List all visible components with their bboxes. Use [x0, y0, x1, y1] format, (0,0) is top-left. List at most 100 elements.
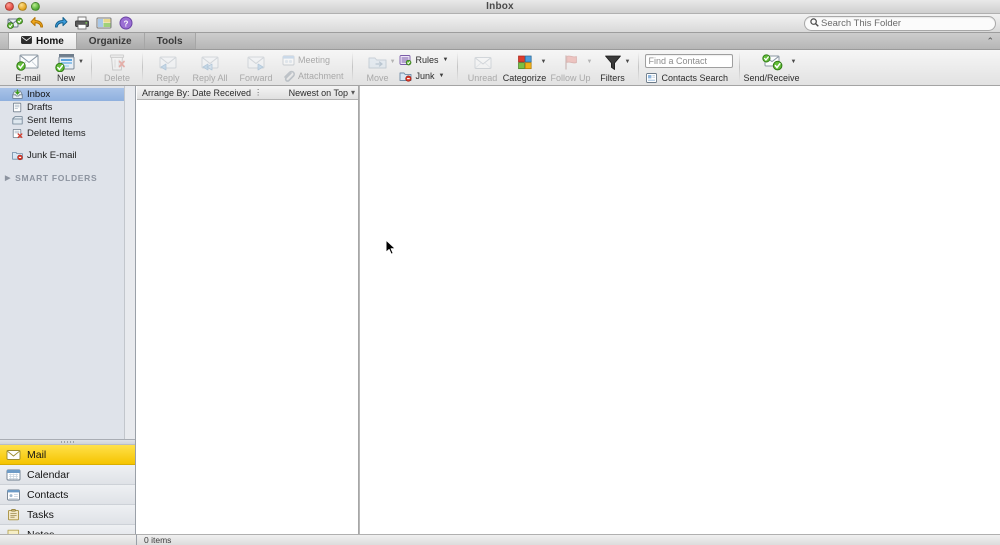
sidebar-folder-deleted-items[interactable]: Deleted Items	[0, 127, 135, 140]
new-email-icon	[16, 52, 40, 72]
attachment-button[interactable]: Attachment	[279, 69, 346, 83]
module-contacts-label: Contacts	[27, 488, 69, 501]
unread-label: Unread	[467, 73, 498, 83]
sidebar: Inbox Drafts Sent Items Deleted Items Ju…	[0, 86, 136, 545]
categorize-label: Categorize	[502, 73, 547, 83]
reply-all-label: Reply All	[192, 73, 228, 83]
arrange-by-control[interactable]: Arrange By: Date Received ⋮	[142, 88, 262, 98]
reply-button[interactable]: Reply	[149, 50, 187, 84]
forward-button[interactable]: Forward	[233, 50, 279, 84]
delete-button[interactable]: Delete	[98, 50, 136, 84]
sidebar-toggle-icon[interactable]	[95, 16, 112, 31]
ribbon-separator	[91, 52, 92, 82]
tab-home[interactable]: Home	[8, 33, 77, 49]
attachment-label: Attachment	[298, 71, 344, 81]
sidebar-folder-drafts[interactable]: Drafts	[0, 101, 135, 114]
sort-order-control[interactable]: Newest on Top ▾	[288, 87, 355, 98]
ribbon-collapse-chevron-icon[interactable]: ⌃	[986, 36, 994, 47]
message-list-empty-area[interactable]	[137, 100, 358, 534]
new-item-icon	[54, 52, 78, 72]
svg-text:?: ?	[123, 19, 128, 28]
find-contact-input[interactable]: Find a Contact	[644, 54, 733, 68]
folder-list-spacer	[0, 162, 135, 171]
move-folder-icon	[367, 52, 389, 72]
rules-button[interactable]: Rules ▼	[397, 53, 451, 67]
sidebar-folder-sent-items[interactable]: Sent Items	[0, 114, 135, 127]
sort-order-label: Newest on Top	[288, 87, 348, 98]
follow-up-dropdown-caret-icon[interactable]: ▼	[587, 59, 593, 65]
ribbon-group-find: Find a Contact Contacts Search	[642, 50, 736, 86]
respond-secondary-stack: Meeting Attachment	[279, 50, 346, 84]
smart-folders-header[interactable]: ▶ SMART FOLDERS	[0, 171, 135, 185]
reading-pane[interactable]	[360, 86, 1000, 534]
tab-organize-label: Organize	[88, 35, 132, 47]
arrange-by-grip-icon[interactable]: ⋮	[254, 88, 262, 97]
move-secondary-stack: Rules ▼ Junk ▼	[397, 50, 451, 84]
send-receive-icon[interactable]	[7, 16, 24, 31]
status-bar-item-count: 0 items	[144, 535, 172, 545]
unread-button[interactable]: Unread	[464, 50, 502, 84]
new-email-button[interactable]: E-mail	[9, 50, 47, 84]
categorize-dropdown-caret-icon[interactable]: ▼	[541, 59, 547, 65]
new-item-dropdown-caret-icon[interactable]: ▼	[78, 59, 84, 65]
tab-tools-label: Tools	[156, 35, 183, 47]
junk-dropdown-caret-icon[interactable]: ▼	[439, 73, 445, 79]
attachment-icon	[281, 69, 295, 83]
search-icon	[810, 17, 819, 30]
module-mail[interactable]: Mail	[0, 445, 135, 465]
find-contact-placeholder: Find a Contact	[648, 56, 708, 66]
sidebar-scrollbar[interactable]	[124, 86, 135, 439]
forward-icon	[245, 52, 267, 72]
unread-envelope-icon	[472, 52, 494, 72]
move-button[interactable]: Move ▼	[359, 50, 397, 84]
sidebar-folder-inbox-label: Inbox	[27, 89, 51, 100]
move-dropdown-caret-icon[interactable]: ▼	[390, 59, 396, 65]
new-item-button[interactable]: New ▼	[47, 50, 85, 84]
ribbon-tab-bar: Home Organize Tools ⌃	[0, 33, 1000, 50]
sidebar-folder-inbox[interactable]: Inbox	[0, 88, 135, 101]
reply-label: Reply	[156, 73, 180, 83]
sidebar-folder-sent-items-label: Sent Items	[27, 115, 73, 126]
ribbon-separator	[142, 52, 143, 82]
module-calendar[interactable]: Calendar	[0, 465, 135, 485]
rules-label: Rules	[415, 55, 439, 65]
tab-organize[interactable]: Organize	[76, 33, 145, 49]
module-tasks[interactable]: Tasks	[0, 505, 135, 525]
funnel-icon	[603, 52, 623, 72]
chevron-right-icon[interactable]: ▶	[5, 174, 11, 182]
tab-tools[interactable]: Tools	[144, 33, 196, 49]
module-switcher-resize-grip[interactable]	[0, 440, 135, 445]
junk-button[interactable]: Junk ▼	[397, 69, 451, 83]
search-folder-field[interactable]: Search This Folder	[804, 16, 996, 31]
sidebar-folder-drafts-label: Drafts	[27, 102, 53, 113]
new-email-label: E-mail	[15, 73, 41, 83]
contacts-search-button[interactable]: Contacts Search	[645, 71, 728, 85]
junk-folder-icon	[12, 150, 23, 161]
trash-icon	[107, 52, 127, 72]
sort-order-caret-icon[interactable]: ▾	[351, 88, 355, 97]
status-bar-left-stub	[0, 534, 137, 545]
reply-all-button[interactable]: Reply All	[187, 50, 233, 84]
filters-dropdown-caret-icon[interactable]: ▼	[625, 59, 631, 65]
send-receive-button[interactable]: Send/Receive ▼	[743, 50, 800, 84]
sidebar-folder-junk-email-label: Junk E-mail	[27, 150, 77, 161]
filters-button[interactable]: Filters ▼	[594, 50, 632, 84]
envelope-icon	[21, 35, 32, 47]
module-contacts[interactable]: Contacts	[0, 485, 135, 505]
reply-all-icon	[199, 52, 221, 72]
sidebar-folder-junk-email[interactable]: Junk E-mail	[0, 149, 135, 162]
redo-icon[interactable]	[51, 16, 68, 31]
send-receive-dropdown-caret-icon[interactable]: ▼	[791, 59, 797, 65]
rules-dropdown-caret-icon[interactable]: ▼	[443, 57, 449, 63]
ribbon-separator	[456, 52, 458, 82]
follow-up-button[interactable]: Follow Up ▼	[548, 50, 594, 84]
print-icon[interactable]	[73, 16, 90, 31]
status-bar: 0 items	[137, 534, 1000, 545]
send-receive-label: Send/Receive	[743, 73, 800, 83]
mail-module-icon	[6, 448, 21, 462]
help-icon[interactable]: ?	[117, 16, 134, 31]
categorize-button[interactable]: Categorize ▼	[502, 50, 548, 84]
meeting-button[interactable]: Meeting	[279, 53, 346, 67]
categorize-icon	[515, 52, 535, 72]
undo-icon[interactable]	[29, 16, 46, 31]
